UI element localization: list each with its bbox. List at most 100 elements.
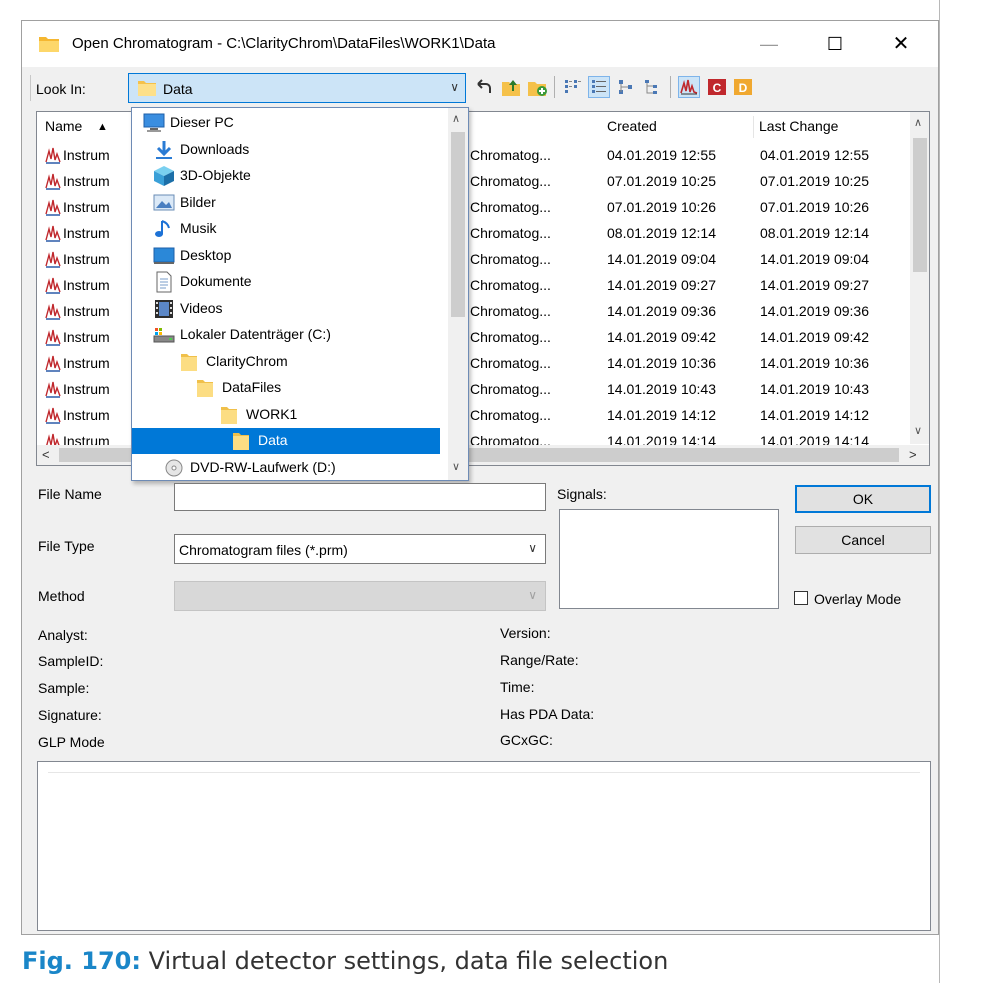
dropdown-item[interactable]: ClarityChrom [178, 349, 432, 375]
scroll-down-icon[interactable]: ∨ [452, 460, 460, 473]
open-chromatogram-dialog: Open Chromatogram - C:\ClarityChrom\Data… [21, 20, 939, 935]
dropdown-item[interactable]: Dokumente [152, 269, 432, 295]
list-view-icon[interactable] [562, 76, 584, 98]
dropdown-item[interactable]: WORK1 [218, 402, 432, 428]
method-select[interactable]: ∨ [174, 581, 546, 611]
data-d-icon[interactable]: D [732, 76, 754, 98]
dropdown-item[interactable]: DVD-RW-Laufwerk (D:) [162, 455, 432, 481]
has-pda-data-label: Has PDA Data: [500, 706, 595, 722]
file-name-label: File Name [38, 486, 102, 502]
dropdown-item-label: Musik [180, 220, 217, 236]
dropdown-item[interactable]: Dieser PC [142, 110, 432, 136]
new-folder-icon[interactable] [526, 76, 548, 98]
created-cell: 14.01.2019 10:36 [607, 355, 716, 371]
file-type-cell: Chromatog... [470, 173, 551, 189]
created-cell: 14.01.2019 09:36 [607, 303, 716, 319]
folder-icon [194, 377, 216, 402]
scroll-up-icon[interactable]: ∧ [452, 112, 460, 125]
dropdown-item[interactable]: Data [132, 428, 440, 454]
file-name-cell: Instrum [63, 329, 110, 345]
file-name-cell: Instrum [63, 407, 110, 423]
folder-icon [38, 35, 60, 56]
dropdown-item-label: Dokumente [180, 273, 252, 289]
last-change-cell: 08.01.2019 12:14 [760, 225, 869, 241]
figure-caption: Fig. 170: Virtual detector settings, dat… [22, 947, 668, 975]
chromatogram-preview-icon[interactable] [678, 76, 700, 98]
dropdown-item-label: WORK1 [246, 405, 298, 422]
signature-label: Signature: [38, 707, 102, 723]
file-type-cell: Chromatog... [470, 381, 551, 397]
branch-view-icon[interactable] [642, 76, 664, 98]
dropdown-scrollbar[interactable]: ∧ ∨ [448, 108, 468, 480]
calibration-c-icon[interactable]: C [706, 76, 728, 98]
last-change-cell: 14.01.2019 09:04 [760, 251, 869, 267]
scroll-thumb[interactable] [451, 132, 465, 317]
toolbar-separator [554, 76, 555, 98]
file-type-select[interactable]: Chromatogram files (*.prm) ∨ [174, 534, 546, 564]
last-change-cell: 14.01.2019 14:12 [760, 407, 869, 423]
glp-mode-label: GLP Mode [38, 734, 105, 750]
dropdown-item-label: Videos [180, 299, 223, 316]
chromatogram-file-icon [45, 406, 61, 427]
column-header-name[interactable]: Name [45, 118, 82, 134]
look-in-combo[interactable]: Data ∨ [128, 73, 466, 103]
column-header-created[interactable]: Created [607, 118, 657, 134]
dropdown-item[interactable]: 3D-Objekte [152, 163, 432, 189]
minimize-button[interactable]: — [746, 29, 792, 59]
file-type-cell: Chromatog... [470, 407, 551, 423]
dropdown-item[interactable]: DataFiles [194, 375, 432, 401]
dropdown-item[interactable]: Bilder [152, 190, 432, 216]
pictures-icon [152, 192, 176, 217]
file-type-cell: Chromatog... [470, 303, 551, 319]
scroll-up-icon[interactable]: ∧ [914, 116, 922, 129]
time-label: Time: [500, 679, 535, 695]
last-change-cell: 14.01.2019 09:27 [760, 277, 869, 293]
created-cell: 14.01.2019 14:12 [607, 407, 716, 423]
tree-view-icon[interactable] [616, 76, 638, 98]
dropdown-item[interactable]: Videos [152, 296, 432, 322]
close-button[interactable]: ✕ [878, 29, 924, 59]
overlay-mode-checkbox[interactable] [794, 591, 808, 605]
chromatogram-file-icon [45, 172, 61, 193]
dropdown-item[interactable]: Lokaler Datenträger (C:) [152, 322, 432, 348]
dropdown-item-label: DataFiles [222, 379, 282, 395]
details-view-icon[interactable] [588, 76, 610, 98]
column-header-last-change[interactable]: Last Change [759, 118, 838, 134]
ok-button[interactable]: OK [795, 485, 931, 513]
created-cell: 14.01.2019 09:27 [607, 277, 716, 293]
overlay-mode-label[interactable]: Overlay Mode [814, 591, 901, 607]
up-folder-icon[interactable] [500, 76, 522, 98]
chevron-down-icon[interactable]: ∨ [528, 541, 537, 555]
document-icon [152, 271, 176, 296]
chevron-down-icon[interactable]: ∨ [450, 80, 459, 94]
chromatogram-file-icon [45, 146, 61, 167]
cancel-button[interactable]: Cancel [795, 526, 931, 554]
file-name-input[interactable] [174, 483, 546, 511]
dropdown-item[interactable]: Desktop [152, 243, 432, 269]
scroll-thumb[interactable] [913, 138, 927, 272]
dropdown-item-label: Dieser PC [170, 114, 234, 130]
file-type-value: Chromatogram files (*.prm) [179, 542, 348, 558]
scroll-down-icon[interactable]: ∨ [914, 424, 922, 437]
scroll-right-icon[interactable]: > [909, 447, 917, 462]
drive-icon [152, 324, 176, 349]
dropdown-item[interactable]: Musik [152, 216, 432, 242]
file-name-cell: Instrum [63, 199, 110, 215]
dropdown-item[interactable]: Downloads [152, 137, 432, 163]
maximize-button[interactable]: ☐ [812, 29, 858, 59]
dropdown-item-label: Data [258, 432, 288, 448]
signals-list[interactable] [559, 509, 779, 609]
vertical-scrollbar[interactable]: ∧ ∨ [910, 112, 929, 444]
back-icon[interactable] [472, 76, 494, 98]
sample-id-label: SampleID: [38, 653, 104, 669]
scroll-left-icon[interactable]: < [42, 447, 50, 462]
chromatogram-file-icon [45, 380, 61, 401]
chromatogram-file-icon [45, 224, 61, 245]
dvd-icon [162, 457, 186, 481]
analyst-label: Analyst: [38, 627, 88, 643]
look-in-dropdown[interactable]: Dieser PC Downloads 3D-Objekte Bilder Musik D… [131, 107, 469, 481]
toolbar-separator [670, 76, 671, 98]
chromatogram-file-icon [45, 250, 61, 271]
dropdown-item-label: 3D-Objekte [180, 167, 251, 183]
chromatogram-file-icon [45, 354, 61, 375]
